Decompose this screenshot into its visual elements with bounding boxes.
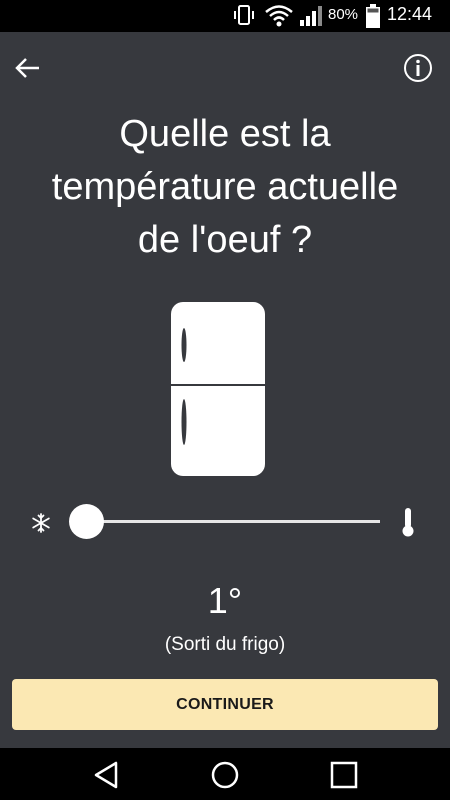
signal-icon bbox=[300, 6, 322, 26]
question-title: Quelle est la température actuelle de l'… bbox=[0, 108, 450, 267]
wifi-icon bbox=[265, 5, 293, 27]
screen: 80% 12:44 Quelle est la température actu… bbox=[0, 0, 450, 800]
arrow-left-icon[interactable] bbox=[12, 52, 44, 84]
battery-icon bbox=[366, 4, 380, 28]
temperature-caption: (Sorti du frigo) bbox=[164, 634, 286, 655]
navigation-bar bbox=[0, 748, 450, 800]
question-line: Quelle est la bbox=[119, 113, 331, 155]
temperature-slider-thumb[interactable] bbox=[68, 504, 104, 539]
info-icon[interactable] bbox=[402, 52, 434, 84]
question-line: de l'oeuf ? bbox=[137, 219, 313, 261]
temperature-value: 1° bbox=[207, 580, 243, 621]
status-bar: 80% 12:44 bbox=[0, 0, 450, 32]
vibrate-icon bbox=[234, 5, 254, 25]
clock: 12:44 bbox=[387, 4, 433, 24]
temperature-slider-track[interactable] bbox=[86, 520, 380, 523]
recents-square-icon[interactable] bbox=[329, 760, 359, 790]
back-triangle-icon[interactable] bbox=[92, 760, 122, 790]
thermometer-icon bbox=[402, 508, 414, 537]
snowflake-icon bbox=[32, 513, 50, 533]
battery-percent: 80% bbox=[328, 6, 359, 23]
fridge-icon bbox=[171, 302, 265, 476]
continue-button[interactable]: CONTINUER bbox=[12, 679, 438, 730]
home-circle-icon[interactable] bbox=[210, 760, 240, 790]
question-line: température actuelle bbox=[51, 166, 399, 208]
